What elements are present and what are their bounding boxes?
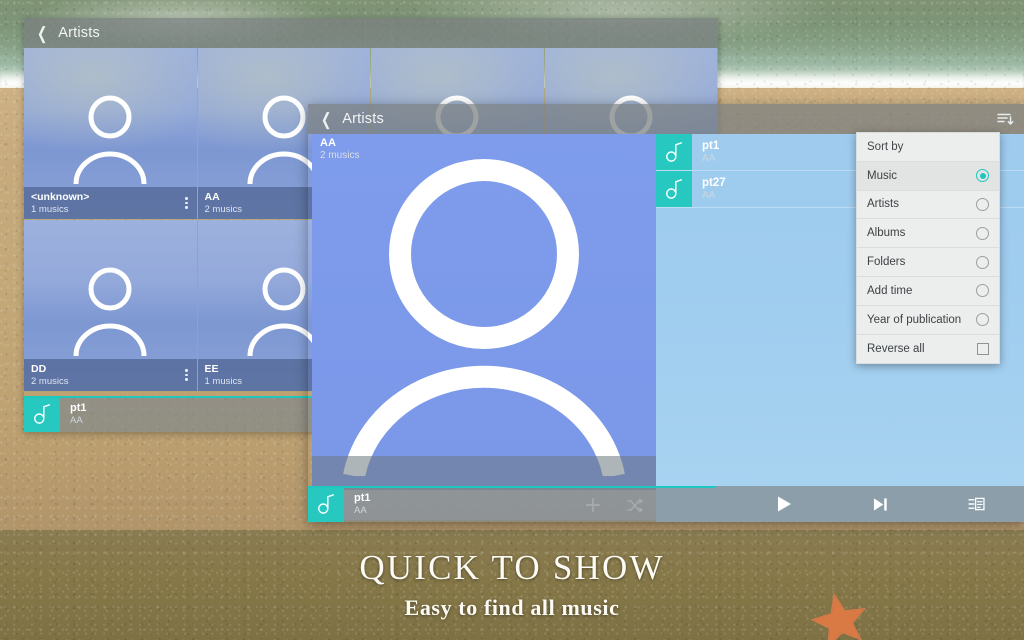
person-avatar-icon [343, 159, 625, 476]
now-playing-meta: pt1 AA [354, 492, 371, 517]
menu-item-folders[interactable]: Folders [857, 248, 999, 277]
menu-item-reverse-all[interactable]: Reverse all [857, 335, 999, 364]
menu-item-label: Artists [867, 198, 899, 211]
now-playing-title: pt1 [354, 491, 371, 504]
track-meta: pt27 AA [702, 177, 726, 202]
now-playing-artist: AA [70, 414, 83, 426]
menu-item-label: Year of publication [867, 313, 962, 326]
music-note-icon [308, 486, 344, 522]
next-track-button[interactable] [832, 486, 928, 522]
artist-name: <unknown> [31, 190, 90, 203]
radio-icon[interactable] [976, 255, 989, 269]
checkbox-icon[interactable] [977, 342, 989, 355]
track-meta: pt1 AA [702, 140, 719, 165]
artist-card-label: DD 2 musics [24, 359, 197, 391]
menu-header-label: Sort by [867, 140, 904, 153]
artist-track-count: 1 musics [31, 203, 69, 215]
queue-list-icon [967, 497, 985, 511]
menu-item-artists[interactable]: Artists [857, 191, 999, 220]
playback-progress[interactable] [308, 486, 717, 488]
artist-card[interactable]: DD 2 musics [24, 220, 198, 392]
menu-header: Sort by [857, 133, 999, 162]
artist-card[interactable]: <unknown> 1 musics [24, 48, 198, 220]
artist-track-count: 2 musics [31, 375, 69, 387]
artist-card-label: <unknown> 1 musics [24, 187, 197, 219]
screenshot-stage: ❮ Artists <unknown> 1 musics AA 2 musics… [0, 0, 1024, 640]
radio-icon[interactable] [976, 284, 989, 298]
menu-item-add-time[interactable]: Add time [857, 277, 999, 306]
track-artist: AA [702, 189, 716, 201]
queue-button[interactable] [928, 486, 1024, 522]
artist-name: DD [31, 362, 47, 375]
menu-item-albums[interactable]: Albums [857, 219, 999, 249]
radio-icon[interactable] [976, 313, 989, 327]
music-note-icon [656, 171, 692, 207]
play-button[interactable] [736, 486, 832, 522]
track-title: pt27 [702, 176, 726, 189]
front-window-player-bar[interactable]: pt1 AA [308, 486, 1024, 522]
menu-item-year-of-publication[interactable]: Year of publication [857, 306, 999, 335]
hero-artist-name: AA [320, 137, 336, 149]
person-avatar-icon [73, 267, 147, 356]
now-playing-artist: AA [354, 504, 367, 516]
radio-icon[interactable] [976, 197, 989, 211]
sort-by-menu[interactable]: Sort by Music Artists Albums Folders Add… [856, 132, 1000, 365]
front-window-title: Artists [342, 111, 384, 127]
menu-item-label: Albums [867, 227, 906, 240]
front-window-titlebar: ❮ Artists [308, 104, 1024, 134]
radio-icon[interactable] [976, 169, 989, 183]
menu-item-label: Folders [867, 256, 906, 269]
hero-label [312, 456, 656, 490]
next-track-icon [873, 497, 887, 511]
back-window-title: Artists [58, 25, 100, 41]
player-controls [736, 486, 1024, 522]
chevron-left-icon[interactable]: ❮ [37, 25, 47, 42]
music-note-icon [24, 396, 60, 432]
kebab-menu-icon[interactable] [177, 359, 197, 391]
kebab-menu-icon[interactable] [177, 187, 197, 219]
sort-lines-icon[interactable] [997, 112, 1014, 127]
music-note-icon [656, 134, 692, 170]
menu-item-label: Music [867, 169, 898, 182]
chevron-left-icon[interactable]: ❮ [321, 111, 331, 128]
starfish-icon [810, 591, 867, 640]
now-playing-meta: pt1 AA [70, 402, 87, 427]
artist-hero-art[interactable]: AA 2 musics [312, 134, 656, 490]
back-window-titlebar: ❮ Artists [24, 18, 718, 48]
play-icon [778, 496, 791, 512]
radio-icon[interactable] [976, 226, 989, 240]
menu-item-music[interactable]: Music [857, 161, 999, 191]
person-avatar-icon [73, 95, 147, 184]
menu-item-label: Reverse all [867, 342, 925, 355]
track-artist: AA [702, 152, 716, 164]
menu-item-label: Add time [867, 284, 913, 297]
hero-track-count: 2 musics [320, 150, 360, 161]
track-title: pt1 [702, 139, 720, 152]
now-playing-title: pt1 [70, 401, 87, 414]
